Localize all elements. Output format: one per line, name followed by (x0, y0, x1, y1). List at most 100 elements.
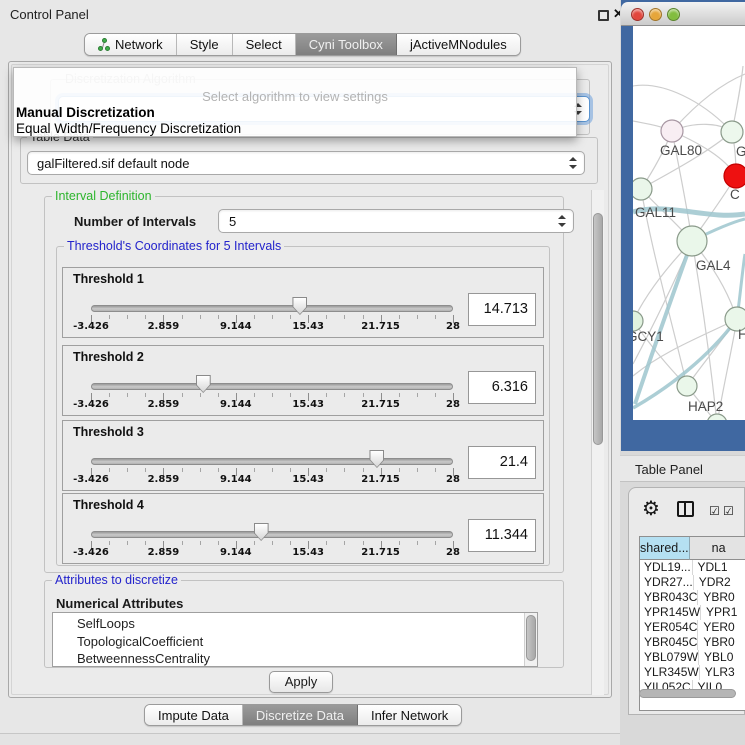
tick-label: 9.144 (220, 321, 252, 332)
tick-label: -3.426 (73, 321, 109, 332)
algorithm-option[interactable]: Equal Width/Frequency Discretization (16, 121, 241, 136)
tick-label: 28 (446, 399, 460, 410)
network-node[interactable] (633, 311, 643, 331)
num-intervals-combo[interactable]: 5 (218, 209, 574, 233)
threshold-slider-track[interactable] (91, 383, 453, 390)
network-node[interactable] (633, 178, 652, 200)
tick-mark (182, 393, 183, 397)
table-row[interactable]: YDL19...YDL1 (640, 560, 745, 575)
table-column-header[interactable]: shared... (640, 537, 690, 560)
panel-scrollbar[interactable] (591, 190, 604, 695)
tab-discretize-data[interactable]: Discretize Data (243, 705, 358, 725)
threshold-slider-handle[interactable] (369, 450, 384, 468)
network-node[interactable] (721, 121, 743, 143)
table-panel-title: Table Panel (635, 462, 703, 477)
threshold-panel: Threshold 4-3.4262.8599.14415.4321.71528… (62, 493, 544, 564)
table-panel-bar: Table Panel (620, 455, 745, 482)
tick-mark (290, 468, 291, 472)
threshold-slider-handle[interactable] (254, 523, 269, 541)
threshold-slider-track[interactable] (91, 305, 453, 312)
threshold-value-box[interactable]: 6.316 (468, 371, 536, 404)
tab-label: Network (115, 37, 163, 52)
attributes-scrollbar[interactable] (524, 613, 537, 666)
tick-mark (218, 468, 219, 472)
tick-mark (200, 315, 201, 319)
node-table[interactable]: shared...na YDL19...YDL1YDR27...YDR2YBR0… (639, 536, 745, 711)
network-node[interactable] (724, 164, 745, 188)
threshold-slider-handle[interactable] (196, 375, 211, 393)
tab-network[interactable]: Network (85, 34, 177, 55)
table-row[interactable]: YER054CYER0 (640, 620, 745, 635)
network-node[interactable] (661, 120, 683, 142)
list-item[interactable]: SelfLoops (53, 615, 537, 633)
tab-cyni-toolbox[interactable]: Cyni Toolbox (296, 34, 397, 55)
threshold-value: 14.713 (484, 294, 528, 325)
network-node[interactable] (677, 376, 697, 396)
tick-mark (399, 541, 400, 545)
tab-infer-network[interactable]: Infer Network (358, 705, 461, 725)
control-panel-title: Control Panel (10, 7, 89, 22)
table-column-header[interactable]: na (690, 537, 745, 560)
table-data-combo[interactable]: galFiltered.sif default node (27, 151, 585, 175)
table-row[interactable]: YBL079WYBL0 (640, 650, 745, 665)
tick-mark (200, 541, 201, 545)
threshold-label: Threshold 3 (73, 425, 144, 439)
gear-icon[interactable]: ⚙ (642, 496, 660, 521)
tab-select[interactable]: Select (233, 34, 296, 55)
checkbox-icon[interactable]: ☑ (723, 504, 735, 518)
checkbox-icon[interactable]: ☑ (709, 504, 721, 518)
tab-label: Discretize Data (256, 708, 344, 723)
table-cell: YBR045C (640, 635, 698, 650)
threshold-slider-handle[interactable] (292, 297, 307, 315)
table-cell: YBL0 (699, 650, 745, 665)
table-cell: YDR2 (694, 575, 745, 590)
table-row[interactable]: YBR045CYBR0 (640, 635, 745, 650)
table-hscrollbar-thumb[interactable] (639, 689, 736, 698)
table-panel-window: ⚙ ☑ ☑ shared...na YDL19...YDL1YDR27...YD… (628, 487, 745, 715)
attributes-scrollbar-thumb[interactable] (526, 615, 536, 661)
tab-style[interactable]: Style (177, 34, 233, 55)
network-edge[interactable] (641, 132, 732, 189)
tick-mark (218, 541, 219, 545)
panel-scrollbar-thumb[interactable] (593, 213, 603, 445)
tab-jactivemnodules[interactable]: jActiveMNodules (397, 34, 520, 55)
minimize-traffic-light[interactable] (649, 8, 662, 21)
tab-impute-data[interactable]: Impute Data (145, 705, 243, 725)
tab-label: Impute Data (158, 708, 229, 723)
column-layout-icon[interactable] (677, 501, 694, 517)
network-edge[interactable] (633, 241, 692, 364)
threshold-panel: Threshold 1-3.4262.8599.14415.4321.71528… (62, 267, 544, 338)
tick-mark (109, 315, 110, 319)
threshold-slider-track[interactable] (91, 531, 453, 538)
attributes-list[interactable]: SelfLoopsTopologicalCoefficientBetweenne… (52, 612, 538, 667)
threshold-value-box[interactable]: 21.4 (468, 446, 536, 479)
table-row[interactable]: YDR27...YDR2 (640, 575, 745, 590)
threshold-slider-track[interactable] (91, 458, 453, 465)
tick-label: 15.43 (292, 321, 324, 332)
tick-mark (326, 468, 327, 472)
algorithm-option[interactable]: Manual Discretization (16, 105, 155, 120)
float-panel-icon[interactable] (598, 10, 609, 21)
table-row[interactable]: YPR145WYPR1 (640, 605, 745, 620)
attribute-items-holder: SelfLoopsTopologicalCoefficientBetweenne… (53, 615, 537, 667)
table-cell: YBR0 (698, 635, 745, 650)
apply-button[interactable]: Apply (269, 671, 333, 693)
table-cell: YDL1 (693, 560, 745, 575)
tick-mark (254, 541, 255, 545)
tick-mark (109, 541, 110, 545)
network-canvas[interactable]: GAL80G.CGAL11GAL4GCY1HHAP2 (633, 26, 745, 420)
threshold-value-box[interactable]: 11.344 (468, 519, 536, 552)
algorithm-dropdown: Select algorithm to view settings Manual… (13, 67, 577, 137)
tick-label: 9.144 (220, 474, 252, 485)
threshold-value-box[interactable]: 14.713 (468, 293, 536, 326)
table-row[interactable]: YLR345WYLR3 (640, 665, 745, 680)
zoom-traffic-light[interactable] (667, 8, 680, 21)
network-node[interactable] (677, 226, 707, 256)
close-traffic-light[interactable] (631, 8, 644, 21)
combo-arrows-icon (558, 215, 566, 227)
network-window-titlebar[interactable] (621, 2, 745, 26)
list-item[interactable]: BetweennessCentrality (53, 650, 537, 667)
list-item[interactable]: TopologicalCoefficient (53, 633, 537, 651)
table-row[interactable]: YBR043CYBR0 (640, 590, 745, 605)
slider-tick-labels: -3.4262.8599.14415.4321.71528 (91, 399, 453, 412)
